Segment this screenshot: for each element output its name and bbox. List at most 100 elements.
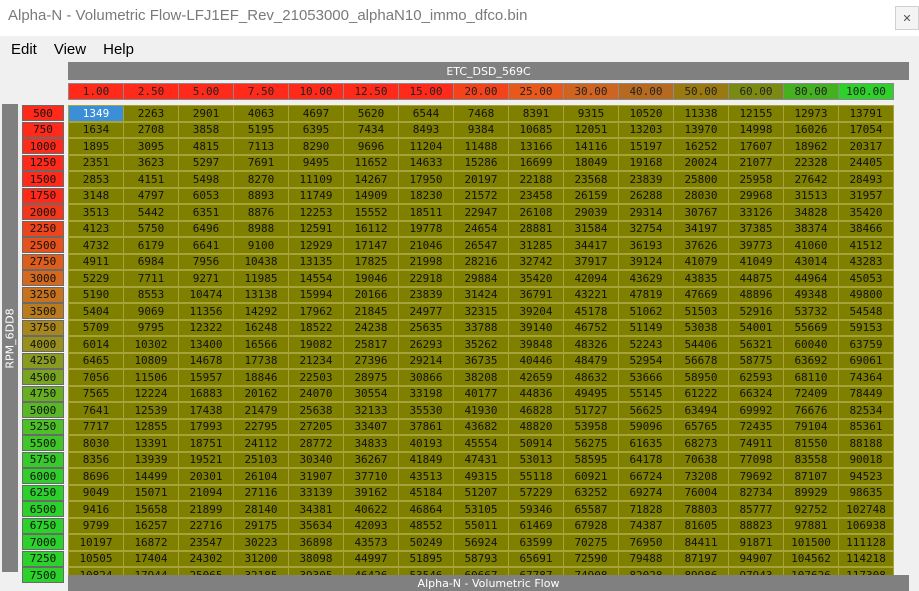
table-cell[interactable]: 10197 <box>68 534 124 551</box>
table-cell[interactable]: 41049 <box>728 253 784 270</box>
table-cell[interactable]: 30223 <box>233 534 289 551</box>
table-cell[interactable]: 22795 <box>233 418 289 435</box>
table-cell[interactable]: 19046 <box>343 270 399 287</box>
table-cell[interactable]: 55669 <box>783 319 839 336</box>
table-cell[interactable]: 11749 <box>288 187 344 204</box>
table-cell[interactable]: 4123 <box>68 220 124 237</box>
table-cell[interactable]: 19778 <box>398 220 454 237</box>
table-cell[interactable]: 2708 <box>123 121 179 138</box>
table-cell[interactable]: 38208 <box>453 369 509 386</box>
table-cell[interactable]: 12973 <box>783 105 839 122</box>
table-cell[interactable]: 15286 <box>453 154 509 171</box>
table-cell[interactable]: 21998 <box>398 253 454 270</box>
table-cell[interactable]: 46752 <box>563 319 619 336</box>
table-cell[interactable]: 9315 <box>563 105 619 122</box>
table-cell[interactable]: 8290 <box>288 138 344 155</box>
table-cell[interactable]: 31285 <box>508 237 564 254</box>
table-cell[interactable]: 13400 <box>178 336 234 353</box>
table-cell[interactable]: 47669 <box>673 286 729 303</box>
table-cell[interactable]: 17825 <box>343 253 399 270</box>
table-cell[interactable]: 16248 <box>233 319 289 336</box>
table-cell[interactable]: 54406 <box>673 336 729 353</box>
table-cell[interactable]: 11985 <box>233 270 289 287</box>
table-cell[interactable]: 9100 <box>233 237 289 254</box>
table-cell[interactable]: 10474 <box>178 286 234 303</box>
table-cell[interactable]: 78803 <box>673 501 729 518</box>
table-cell[interactable]: 15957 <box>178 369 234 386</box>
table-cell[interactable]: 74364 <box>838 369 894 386</box>
table-cell[interactable]: 106938 <box>838 517 894 534</box>
table-cell[interactable]: 28140 <box>233 501 289 518</box>
table-cell[interactable]: 66724 <box>618 468 674 485</box>
table-cell[interactable]: 79692 <box>728 468 784 485</box>
table-cell[interactable]: 82734 <box>728 484 784 501</box>
table-cell[interactable]: 23839 <box>618 171 674 188</box>
table-cell[interactable]: 22918 <box>398 270 454 287</box>
table-cell[interactable]: 21845 <box>343 303 399 320</box>
table-cell[interactable]: 14499 <box>123 468 179 485</box>
table-cell[interactable]: 104562 <box>783 550 839 567</box>
table-cell[interactable]: 24238 <box>343 319 399 336</box>
table-cell[interactable]: 56321 <box>728 336 784 353</box>
table-cell[interactable]: 43573 <box>343 534 399 551</box>
table-cell[interactable]: 79104 <box>783 418 839 435</box>
table-cell[interactable]: 38374 <box>783 220 839 237</box>
table-cell[interactable]: 51149 <box>618 319 674 336</box>
table-cell[interactable]: 7691 <box>233 154 289 171</box>
table-cell[interactable]: 92752 <box>783 501 839 518</box>
table-cell[interactable]: 14678 <box>178 352 234 369</box>
table-cell[interactable]: 48552 <box>398 517 454 534</box>
table-cell[interactable]: 17962 <box>288 303 344 320</box>
table-cell[interactable]: 16566 <box>233 336 289 353</box>
table-cell[interactable]: 51207 <box>453 484 509 501</box>
table-cell[interactable]: 23547 <box>178 534 234 551</box>
table-cell[interactable]: 28881 <box>508 220 564 237</box>
table-cell[interactable]: 37917 <box>563 253 619 270</box>
table-cell[interactable]: 9696 <box>343 138 399 155</box>
table-cell[interactable]: 23839 <box>398 286 454 303</box>
table-cell[interactable]: 21094 <box>178 484 234 501</box>
table-cell[interactable]: 7641 <box>68 402 124 419</box>
table-cell[interactable]: 15552 <box>343 204 399 221</box>
table-cell[interactable]: 4815 <box>178 138 234 155</box>
table-cell[interactable]: 34828 <box>783 204 839 221</box>
table-cell[interactable]: 49348 <box>783 286 839 303</box>
table-cell[interactable]: 6179 <box>123 237 179 254</box>
table-cell[interactable]: 114218 <box>838 550 894 567</box>
table-cell[interactable]: 76950 <box>618 534 674 551</box>
table-cell[interactable]: 30340 <box>288 451 344 468</box>
table-cell[interactable]: 19082 <box>288 336 344 353</box>
table-cell[interactable]: 61635 <box>618 435 674 452</box>
table-cell[interactable]: 7565 <box>68 385 124 402</box>
table-cell[interactable]: 16699 <box>508 154 564 171</box>
table-cell[interactable]: 30554 <box>343 385 399 402</box>
table-cell[interactable]: 33139 <box>288 484 344 501</box>
table-cell[interactable]: 5297 <box>178 154 234 171</box>
table-cell[interactable]: 9049 <box>68 484 124 501</box>
table-cell[interactable]: 94907 <box>728 550 784 567</box>
table-cell[interactable]: 2853 <box>68 171 124 188</box>
table-cell[interactable]: 31424 <box>453 286 509 303</box>
table-cell[interactable]: 48326 <box>563 336 619 353</box>
table-cell[interactable]: 8356 <box>68 451 124 468</box>
table-cell[interactable]: 31200 <box>233 550 289 567</box>
table-cell[interactable]: 44875 <box>728 270 784 287</box>
table-cell[interactable]: 19168 <box>618 154 674 171</box>
table-cell[interactable]: 41060 <box>783 237 839 254</box>
table-cell[interactable]: 29039 <box>563 204 619 221</box>
table-cell[interactable]: 6053 <box>178 187 234 204</box>
table-cell[interactable]: 11488 <box>453 138 509 155</box>
table-cell[interactable]: 72435 <box>728 418 784 435</box>
table-cell[interactable]: 29968 <box>728 187 784 204</box>
table-cell[interactable]: 3148 <box>68 187 124 204</box>
table-cell[interactable]: 25958 <box>728 171 784 188</box>
table-cell[interactable]: 11506 <box>123 369 179 386</box>
table-cell[interactable]: 60040 <box>783 336 839 353</box>
table-cell[interactable]: 74911 <box>728 435 784 452</box>
table-cell[interactable]: 77098 <box>728 451 784 468</box>
table-cell[interactable]: 31584 <box>563 220 619 237</box>
table-cell[interactable]: 13138 <box>233 286 289 303</box>
table-cell[interactable]: 6465 <box>68 352 124 369</box>
table-cell[interactable]: 84411 <box>673 534 729 551</box>
table-cell[interactable]: 41512 <box>838 237 894 254</box>
